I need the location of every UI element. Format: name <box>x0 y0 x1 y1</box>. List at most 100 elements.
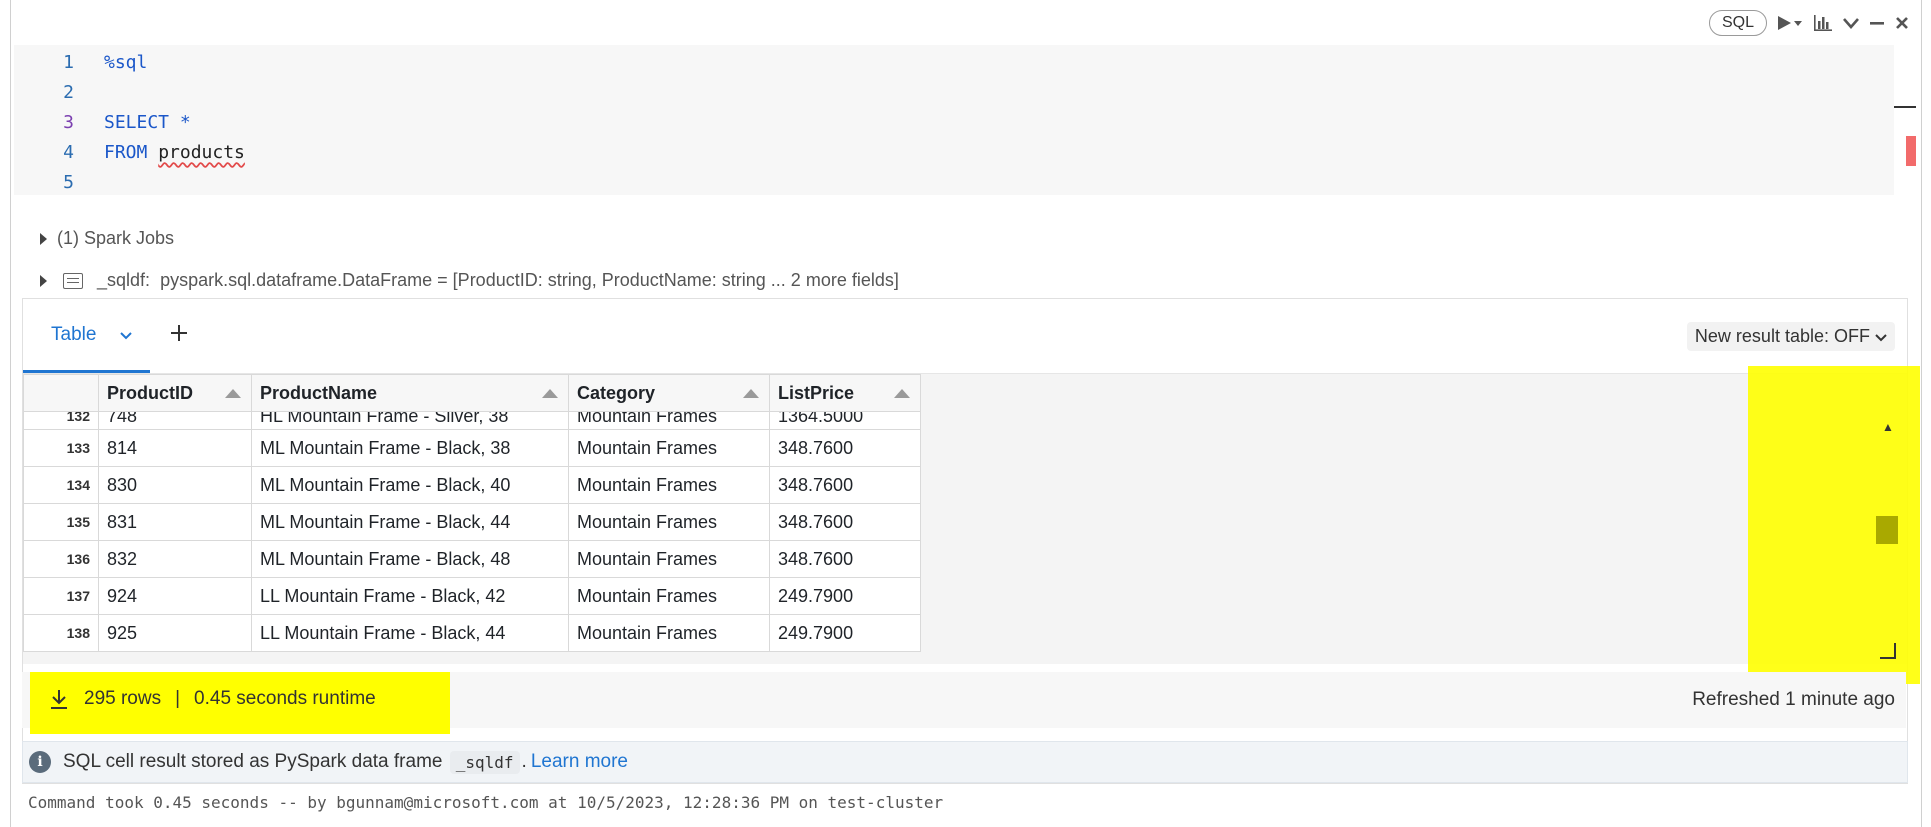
table-row[interactable]: 137 924 LL Mountain Frame - Black, 42 Mount… <box>23 577 921 615</box>
row-number: 137 <box>23 577 99 615</box>
chevron-down-icon <box>1875 326 1887 346</box>
command-info: Command took 0.45 seconds -- by bgunnam@… <box>28 793 944 812</box>
new-result-table-label: New result table: OFF <box>1694 326 1870 346</box>
chart-icon[interactable] <box>1813 14 1833 32</box>
learn-more-link[interactable]: Learn more <box>531 751 628 773</box>
row-number: 138 <box>23 614 99 652</box>
table-cell-productid[interactable]: 925 <box>98 614 252 652</box>
table-cell-productname[interactable]: ML Mountain Frame - Black, 38 <box>251 429 569 467</box>
row-number: 136 <box>23 540 99 578</box>
runtime-text: 0.45 seconds runtime <box>194 688 376 709</box>
table-cell-productname[interactable]: ML Mountain Frame - Black, 48 <box>251 540 569 578</box>
table-cell-category[interactable]: Mountain Frames <box>568 429 770 467</box>
column-header-category[interactable]: Category <box>568 374 770 412</box>
add-visualization-button[interactable] <box>169 319 189 350</box>
table-icon <box>63 272 83 289</box>
result-table: ProductID ProductName Category ListPrice… <box>23 374 921 652</box>
table-cell-category[interactable]: Mountain Frames <box>568 411 770 430</box>
table-cell-listprice[interactable]: 348.7600 <box>769 466 921 504</box>
column-header-productname[interactable]: ProductName <box>251 374 569 412</box>
code-line: 1 %sql <box>14 47 147 77</box>
dataframe-schema-toggle[interactable]: _sqldf: pyspark.sql.dataframe.DataFrame … <box>40 270 899 291</box>
tab-table[interactable]: Table <box>23 299 150 373</box>
chevron-down-icon[interactable] <box>120 327 133 343</box>
info-notice: i SQL cell result stored as PySpark data… <box>22 741 1908 783</box>
table-row[interactable]: 133 814 ML Mountain Frame - Black, 38 Mount… <box>23 429 921 467</box>
table-cell-productid[interactable]: 831 <box>98 503 252 541</box>
language-badge[interactable]: SQL <box>1708 10 1767 36</box>
overview-ruler-cursor <box>1894 106 1916 108</box>
spark-jobs-toggle[interactable]: (1) Spark Jobs <box>40 228 174 249</box>
spark-jobs-label: (1) Spark Jobs <box>57 228 175 248</box>
table-header-row: ProductID ProductName Category ListPrice <box>23 374 921 412</box>
code-line: 5 <box>14 167 104 197</box>
row-number-header <box>23 374 99 412</box>
dataframe-code: _sqldf <box>449 750 520 774</box>
table-row[interactable]: 138 925 LL Mountain Frame - Black, 44 Mount… <box>23 614 921 652</box>
code-editor[interactable]: 1 %sql 2 3 SELECT * 4 FROM products 5 <box>14 45 1894 195</box>
cell-toolbar: SQL <box>1708 10 1909 36</box>
sql-text: * <box>169 111 191 133</box>
sort-icon[interactable] <box>894 389 910 398</box>
table-cell-listprice[interactable]: 249.7900 <box>769 614 921 652</box>
table-row[interactable]: 132 748 HL Mountain Frame - Silver, 38 Moun… <box>23 411 921 430</box>
table-cell-productid[interactable]: 924 <box>98 577 252 615</box>
chevron-down-icon[interactable] <box>1843 17 1859 29</box>
table-cell-productid[interactable]: 830 <box>98 466 252 504</box>
sql-keyword: SELECT <box>104 111 170 133</box>
table-cell-productid[interactable]: 748 <box>98 411 252 430</box>
table-cell-category[interactable]: Mountain Frames <box>568 614 770 652</box>
rows-runtime-info: 295 rows | 0.45 seconds runtime <box>48 688 376 710</box>
refreshed-status: Refreshed 1 minute ago <box>1692 689 1895 710</box>
line-number: 1 <box>63 51 74 73</box>
scrollbar-thumb[interactable] <box>1876 516 1898 544</box>
table-cell-category[interactable]: Mountain Frames <box>568 577 770 615</box>
row-number: 133 <box>23 429 99 467</box>
table-cell-productname[interactable]: ML Mountain Frame - Black, 44 <box>251 503 569 541</box>
overview-ruler-error <box>1906 136 1916 166</box>
table-cell-category[interactable]: Mountain Frames <box>568 466 770 504</box>
sort-icon[interactable] <box>743 389 759 398</box>
expand-triangle-icon[interactable] <box>40 274 47 287</box>
table-cell-productname[interactable]: HL Mountain Frame - Silver, 38 <box>251 411 569 430</box>
table-row[interactable]: 136 832 ML Mountain Frame - Black, 48 Mount… <box>23 540 921 578</box>
row-number: 132 <box>23 411 99 430</box>
info-icon: i <box>29 751 51 773</box>
download-icon[interactable] <box>48 688 70 710</box>
table-row[interactable]: 134 830 ML Mountain Frame - Black, 40 Mount… <box>23 466 921 504</box>
table-cell-category[interactable]: Mountain Frames <box>568 540 770 578</box>
table-cell-listprice[interactable]: 1364.5000 <box>769 411 921 430</box>
table-cell-listprice[interactable]: 348.7600 <box>769 503 921 541</box>
table-cell-listprice[interactable]: 249.7900 <box>769 577 921 615</box>
expand-triangle-icon[interactable] <box>40 232 47 245</box>
table-cell-listprice[interactable]: 348.7600 <box>769 540 921 578</box>
table-cell-productname[interactable]: LL Mountain Frame - Black, 44 <box>251 614 569 652</box>
code-line: 4 FROM products <box>14 137 245 167</box>
scroll-up-icon[interactable]: ▲ <box>1882 420 1894 434</box>
minimize-icon[interactable] <box>1869 17 1885 29</box>
table-cell-productname[interactable]: LL Mountain Frame - Black, 42 <box>251 577 569 615</box>
column-header-productid[interactable]: ProductID <box>98 374 252 412</box>
new-result-table-toggle[interactable]: New result table: OFF <box>1686 322 1895 351</box>
row-number: 135 <box>23 503 99 541</box>
sort-icon[interactable] <box>225 389 241 398</box>
close-icon[interactable] <box>1895 16 1909 30</box>
code-line: 2 <box>14 77 104 107</box>
run-icon[interactable] <box>1777 15 1803 31</box>
result-grid[interactable]: ProductID ProductName Category ListPrice… <box>23 374 1907 664</box>
table-cell-productid[interactable]: 814 <box>98 429 252 467</box>
sort-icon[interactable] <box>542 389 558 398</box>
row-count: 295 rows <box>84 688 162 709</box>
table-cell-listprice[interactable]: 348.7600 <box>769 429 921 467</box>
table-cell-productid[interactable]: 832 <box>98 540 252 578</box>
column-header-listprice[interactable]: ListPrice <box>769 374 921 412</box>
table-row[interactable]: 135 831 ML Mountain Frame - Black, 44 Mount… <box>23 503 921 541</box>
result-tabs: Table New result table: OFF <box>23 299 1907 374</box>
line-number: 5 <box>63 171 74 193</box>
magic-command: %sql <box>104 51 148 73</box>
notice-text: SQL cell result stored as PySpark data f… <box>63 751 443 772</box>
table-cell-category[interactable]: Mountain Frames <box>568 503 770 541</box>
table-cell-productname[interactable]: ML Mountain Frame - Black, 40 <box>251 466 569 504</box>
tab-table-label: Table <box>51 323 97 345</box>
resize-handle-icon[interactable] <box>1880 643 1896 659</box>
